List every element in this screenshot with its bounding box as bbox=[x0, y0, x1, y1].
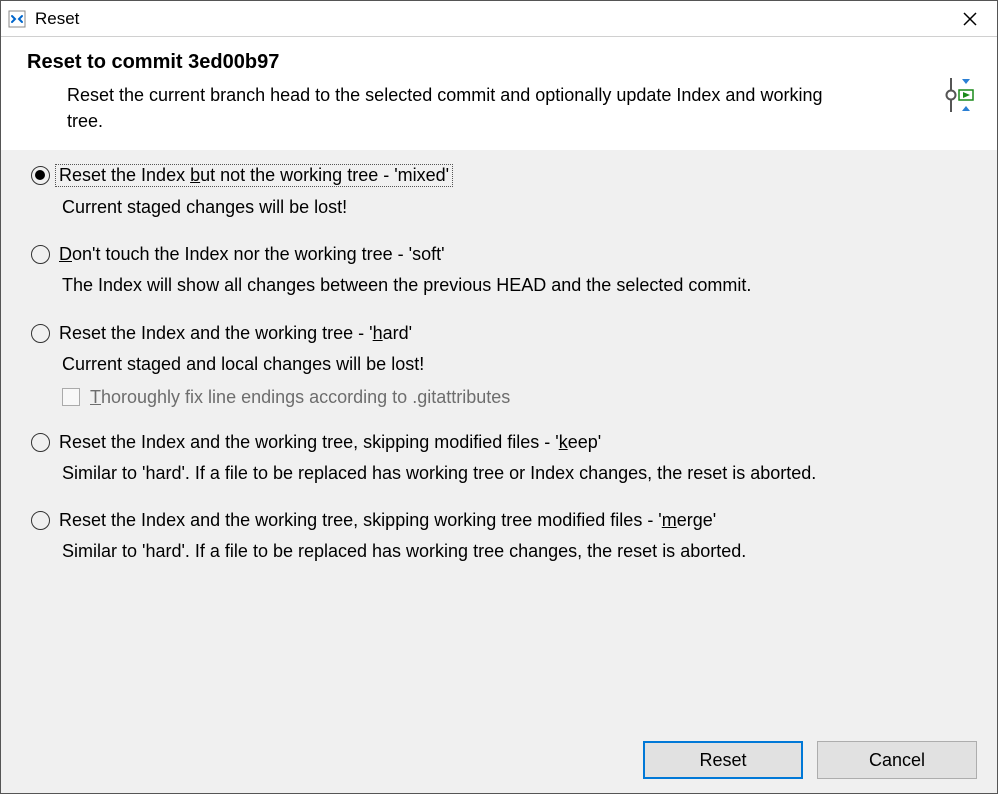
options-container: Reset the Index but not the working tree… bbox=[1, 150, 997, 731]
radio-hard[interactable] bbox=[31, 324, 50, 343]
desc-mixed: Current staged changes will be lost! bbox=[62, 195, 977, 220]
label-mixed[interactable]: Reset the Index but not the working tree… bbox=[55, 164, 453, 187]
dialog-header: Reset to commit 3ed00b97 Reset the curre… bbox=[1, 37, 997, 150]
label-hard[interactable]: Reset the Index and the working tree - '… bbox=[59, 323, 412, 344]
dialog-footer: Reset Cancel bbox=[1, 731, 997, 793]
reset-dialog: Reset Reset to commit 3ed00b97 Reset the… bbox=[0, 0, 998, 794]
window-title: Reset bbox=[35, 9, 947, 29]
desc-hard: Current staged and local changes will be… bbox=[62, 352, 977, 377]
option-mixed-row[interactable]: Reset the Index but not the working tree… bbox=[31, 164, 977, 187]
radio-mixed[interactable] bbox=[31, 166, 50, 185]
label-merge[interactable]: Reset the Index and the working tree, sk… bbox=[59, 510, 716, 531]
app-icon bbox=[7, 9, 27, 29]
reset-graph-icon bbox=[937, 75, 977, 115]
cancel-button[interactable]: Cancel bbox=[817, 741, 977, 779]
option-keep: Reset the Index and the working tree, sk… bbox=[31, 432, 977, 486]
option-merge: Reset the Index and the working tree, sk… bbox=[31, 510, 977, 564]
label-soft[interactable]: Don't touch the Index nor the working tr… bbox=[59, 244, 445, 265]
checkbox-line-endings bbox=[62, 388, 80, 406]
page-description: Reset the current branch head to the sel… bbox=[67, 82, 847, 134]
radio-soft[interactable] bbox=[31, 245, 50, 264]
radio-keep[interactable] bbox=[31, 433, 50, 452]
option-hard-row[interactable]: Reset the Index and the working tree - '… bbox=[31, 323, 977, 344]
label-line-endings: Thoroughly fix line endings according to… bbox=[90, 387, 510, 408]
desc-keep: Similar to 'hard'. If a file to be repla… bbox=[62, 461, 977, 486]
option-soft-row[interactable]: Don't touch the Index nor the working tr… bbox=[31, 244, 977, 265]
reset-button[interactable]: Reset bbox=[643, 741, 803, 779]
page-title: Reset to commit 3ed00b97 bbox=[27, 51, 937, 74]
header-text: Reset to commit 3ed00b97 Reset the curre… bbox=[27, 51, 937, 134]
option-mixed: Reset the Index but not the working tree… bbox=[31, 164, 977, 220]
option-merge-row[interactable]: Reset the Index and the working tree, sk… bbox=[31, 510, 977, 531]
option-keep-row[interactable]: Reset the Index and the working tree, sk… bbox=[31, 432, 977, 453]
line-endings-row: Thoroughly fix line endings according to… bbox=[62, 387, 977, 408]
close-button[interactable] bbox=[947, 3, 993, 35]
radio-merge[interactable] bbox=[31, 511, 50, 530]
desc-merge: Similar to 'hard'. If a file to be repla… bbox=[62, 539, 977, 564]
desc-soft: The Index will show all changes between … bbox=[62, 273, 977, 298]
option-soft: Don't touch the Index nor the working tr… bbox=[31, 244, 977, 298]
titlebar: Reset bbox=[1, 1, 997, 37]
label-keep[interactable]: Reset the Index and the working tree, sk… bbox=[59, 432, 601, 453]
option-hard: Reset the Index and the working tree - '… bbox=[31, 323, 977, 408]
